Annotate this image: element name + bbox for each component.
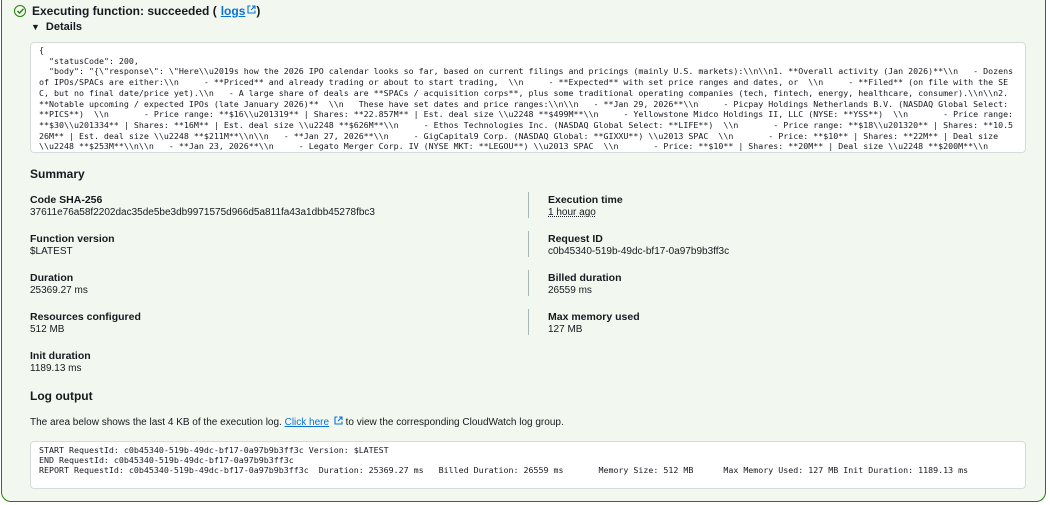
log-output-heading: Log output	[30, 389, 93, 403]
check-circle-icon	[14, 5, 26, 17]
status-close-paren: )	[256, 4, 261, 18]
external-link-icon	[247, 5, 256, 17]
request-id-label: Request ID	[548, 233, 603, 245]
summary-heading: Summary	[30, 167, 85, 181]
duration-value: 25369.27 ms	[30, 285, 88, 296]
log-output-description: The area below shows the last 4 KB of th…	[30, 416, 564, 428]
details-toggle[interactable]: ▼ Details	[31, 21, 82, 33]
log-desc-before: The area below shows the last 4 KB of th…	[30, 417, 285, 428]
duration-label: Duration	[30, 272, 74, 284]
max-memory-value: 127 MB	[548, 324, 583, 335]
execution-time-label: Execution time	[548, 194, 623, 206]
billed-duration-value: 26559 ms	[548, 285, 592, 296]
logs-link[interactable]: logs	[221, 4, 246, 18]
execution-status-header: Executing function: succeeded ( logs )	[14, 3, 260, 19]
divider	[528, 270, 529, 296]
log-desc-after: to view the corresponding CloudWatch log…	[345, 417, 564, 428]
log-output-box[interactable]: START RequestId: c0b45340-519b-49dc-bf17…	[30, 441, 1026, 489]
external-link-icon	[334, 416, 346, 428]
details-label: Details	[45, 21, 82, 33]
code-sha-label: Code SHA-256	[30, 194, 103, 206]
response-code-block[interactable]: { "statusCode": 200, "body": "{\"respons…	[30, 42, 1026, 153]
request-id-value: c0b45340-519b-49dc-bf17-0a97b9b3ff3c	[548, 246, 730, 257]
resources-configured-label: Resources configured	[30, 311, 141, 323]
code-sha-value: 37611e76a58f2202dac35de5be3db9971575d966…	[30, 207, 375, 218]
execution-time-value[interactable]: 1 hour ago	[548, 207, 596, 218]
billed-duration-label: Billed duration	[548, 272, 622, 284]
execution-result-panel: Executing function: succeeded ( logs ) ▼…	[1, 0, 1046, 502]
function-version-value: $LATEST	[30, 246, 73, 257]
divider	[528, 231, 529, 257]
divider	[528, 309, 529, 335]
divider	[528, 192, 529, 218]
init-duration-label: Init duration	[30, 350, 91, 362]
caret-down-icon: ▼	[31, 22, 40, 32]
resources-configured-value: 512 MB	[30, 324, 65, 335]
init-duration-value: 1189.13 ms	[30, 363, 82, 374]
function-version-label: Function version	[30, 233, 115, 245]
cloudwatch-link[interactable]: Click here	[285, 417, 329, 428]
max-memory-label: Max memory used	[548, 311, 640, 323]
status-text: Executing function: succeeded (	[32, 4, 217, 18]
